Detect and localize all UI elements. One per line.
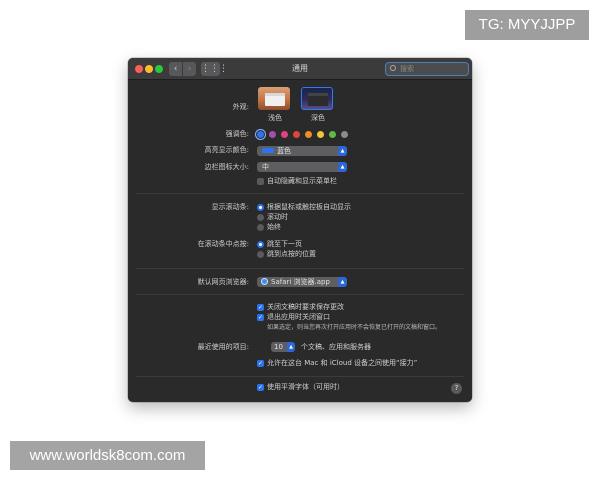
- scrollbars-always-label: 始终: [267, 223, 281, 231]
- scrollbars-auto-label: 根据鼠标或触控板自动显示: [267, 203, 351, 211]
- appearance-light-option[interactable]: [258, 87, 290, 110]
- accent-color-swatch[interactable]: [269, 131, 276, 138]
- close-windows-label: 退出应用时关闭窗口: [267, 313, 330, 321]
- sidebar-icon-size-label: 边栏图标大小:: [204, 163, 249, 171]
- scrollbars-when-scrolling-label: 滚动时: [267, 213, 288, 221]
- highlight-color-popup[interactable]: 蓝色 ▲: [257, 146, 347, 156]
- chevron-up-down-icon: ▲: [338, 162, 347, 172]
- scroll-click-spot-radio[interactable]: [257, 251, 264, 258]
- accent-color-label: 强调色:: [225, 130, 249, 138]
- system-preferences-window: ‹ › ⋮⋮⋮ 通用 搜索 外观: 浅色 深色 强调色: 高亮显示颜色: 蓝色 …: [128, 58, 472, 402]
- search-icon: [390, 65, 396, 71]
- accent-color-swatch[interactable]: [329, 131, 336, 138]
- highlight-color-chip: [262, 148, 274, 153]
- handoff-checkbox[interactable]: ✓: [257, 360, 264, 367]
- sidebar-icon-size-popup[interactable]: 中 ▲: [257, 162, 347, 172]
- chevron-up-down-icon: ▲: [338, 277, 347, 287]
- scroll-click-next-page-radio[interactable]: [257, 241, 264, 248]
- scrollbars-always-radio[interactable]: [257, 224, 264, 231]
- default-browser-popup[interactable]: Safari 浏览器.app ▲: [257, 277, 347, 287]
- accent-color-swatch[interactable]: [341, 131, 348, 138]
- chevron-up-down-icon: ▲: [287, 342, 295, 352]
- accent-color-swatch[interactable]: [281, 131, 288, 138]
- scroll-click-label: 在滚动条中点按:: [197, 240, 249, 248]
- appearance-dark-option[interactable]: [301, 87, 333, 110]
- appearance-light-label: 浅色: [268, 114, 282, 122]
- scrollbars-auto-radio[interactable]: [257, 204, 264, 211]
- website-watermark: www.worldsk8com.com: [10, 441, 205, 470]
- appearance-label: 外观:: [232, 103, 249, 111]
- dark-window-preview: [308, 93, 328, 106]
- recent-items-suffix: 个文稿、应用和服务器: [301, 343, 371, 351]
- search-field[interactable]: 搜索: [385, 62, 469, 76]
- help-button[interactable]: ?: [451, 383, 462, 394]
- section-divider: [136, 294, 464, 295]
- scroll-click-next-page-label: 跳至下一页: [267, 240, 302, 248]
- accent-color-swatch[interactable]: [305, 131, 312, 138]
- recent-items-value: 10: [274, 343, 283, 351]
- light-window-preview: [265, 93, 285, 106]
- sidebar-icon-size-value: 中: [262, 163, 269, 171]
- safari-icon: [261, 278, 268, 285]
- close-windows-checkbox[interactable]: ✓: [257, 314, 264, 321]
- ask-keep-changes-label: 关闭文稿时要求保存更改: [267, 303, 344, 311]
- accent-color-swatch[interactable]: [317, 131, 324, 138]
- auto-hide-menubar-checkbox[interactable]: [257, 178, 264, 185]
- chevron-up-down-icon: ▲: [338, 146, 347, 156]
- search-placeholder: 搜索: [400, 65, 414, 73]
- section-divider: [136, 268, 464, 269]
- auto-hide-menubar-label: 自动隐藏和显示菜单栏: [267, 177, 337, 185]
- title-bar: ‹ › ⋮⋮⋮ 通用 搜索: [128, 58, 472, 80]
- accent-color-swatch[interactable]: [293, 131, 300, 138]
- appearance-dark-label: 深色: [311, 114, 325, 122]
- ask-keep-changes-checkbox[interactable]: ✓: [257, 304, 264, 311]
- default-browser-label: 默认网页浏览器:: [197, 278, 249, 286]
- scroll-click-spot-label: 跳到点按的位置: [267, 250, 316, 258]
- section-divider: [136, 376, 464, 377]
- section-divider: [136, 193, 464, 194]
- show-scrollbars-label: 显示滚动条:: [211, 203, 249, 211]
- recent-items-popup[interactable]: 10 ▲: [271, 342, 295, 352]
- font-smoothing-label: 使用平滑字体（可用时）: [267, 383, 344, 391]
- telegram-watermark: TG: MYYJJPP: [465, 10, 589, 40]
- scrollbars-when-scrolling-radio[interactable]: [257, 214, 264, 221]
- accent-color-swatch[interactable]: [257, 131, 264, 138]
- highlight-color-label: 高亮显示颜色:: [204, 146, 249, 154]
- handoff-label: 允许在这台 Mac 和 iCloud 设备之间使用“接力”: [267, 359, 418, 367]
- default-browser-value: Safari 浏览器.app: [271, 278, 330, 286]
- close-windows-note: 如果选定，则当您再次打开应用时不会恢复已打开的文稿和窗口。: [267, 324, 442, 331]
- recent-items-label: 最近使用的项目:: [197, 343, 249, 351]
- highlight-color-value: 蓝色: [277, 147, 291, 155]
- font-smoothing-checkbox[interactable]: ✓: [257, 384, 264, 391]
